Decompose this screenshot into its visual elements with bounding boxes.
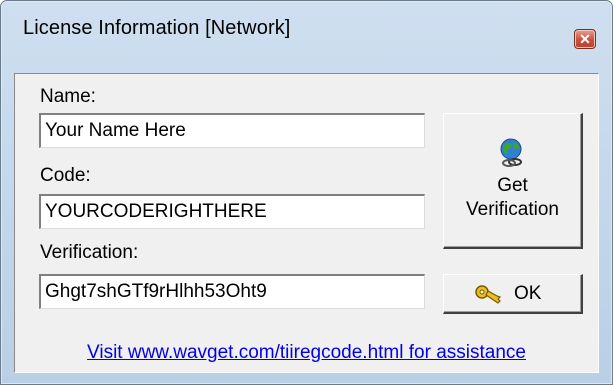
get-verification-label: Get Verification xyxy=(444,174,581,222)
license-dialog: License Information [Network] ✕ Name: Yo… xyxy=(0,0,613,385)
key-icon xyxy=(474,283,504,313)
name-field[interactable]: Your Name Here xyxy=(39,113,425,148)
get-verification-label-line1: Get xyxy=(497,175,528,196)
dialog-client-area: Name: Your Name Here Code: YOURCODERIGHT… xyxy=(14,73,599,373)
ok-label: OK xyxy=(514,283,542,304)
globe-icon xyxy=(498,138,526,174)
window-title: License Information [Network] xyxy=(23,17,291,39)
get-verification-button[interactable]: Get Verification xyxy=(443,113,583,249)
ok-button[interactable]: OK xyxy=(443,274,583,314)
verification-label: Verification: xyxy=(40,242,139,263)
close-icon: ✕ xyxy=(579,31,591,47)
close-button[interactable]: ✕ xyxy=(574,29,596,49)
get-verification-label-line2: Verification xyxy=(466,199,559,220)
assistance-link[interactable]: Visit www.wavget.com/tiiregcode.html for… xyxy=(15,342,598,364)
code-field[interactable]: YOURCODERIGHTHERE xyxy=(39,194,425,229)
title-bar[interactable]: License Information [Network] ✕ xyxy=(1,1,612,51)
code-label: Code: xyxy=(40,165,91,186)
verification-field[interactable]: Ghgt7shGTf9rHlhh53Oht9 xyxy=(39,274,425,309)
name-label: Name: xyxy=(40,86,96,107)
